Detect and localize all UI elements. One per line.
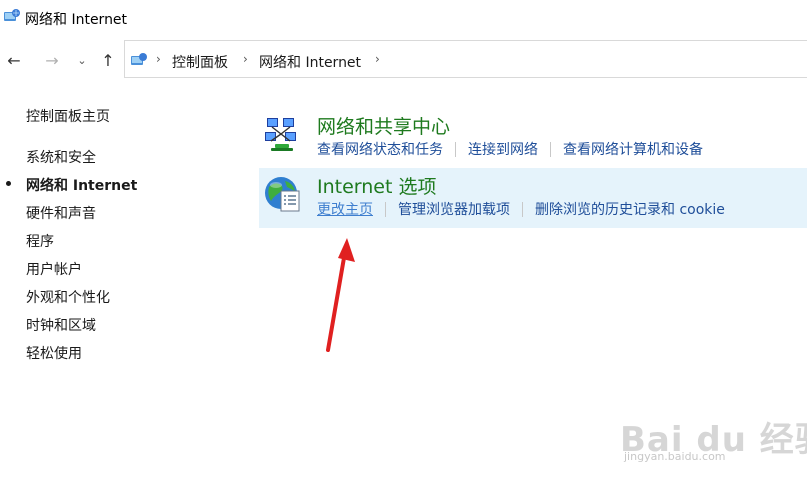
category-network-sharing-center: 网络和共享中心 查看网络状态和任务 连接到网络 查看网络计算机和设备: [259, 106, 807, 164]
breadcrumb-separator[interactable]: ›: [243, 52, 248, 66]
breadcrumb-separator[interactable]: ›: [375, 52, 380, 66]
link-divider: [550, 141, 551, 157]
link-view-network-status[interactable]: 查看网络状态和任务: [317, 139, 443, 159]
link-change-home-page[interactable]: 更改主页: [317, 199, 373, 219]
link-connect-to-network[interactable]: 连接到网络: [468, 139, 538, 159]
watermark-url: jingyan.baidu.com: [624, 450, 726, 463]
link-view-network-computers[interactable]: 查看网络计算机和设备: [563, 139, 703, 159]
link-delete-browsing-history[interactable]: 删除浏览的历史记录和 cookie: [535, 199, 725, 219]
sidebar-item-user-accounts[interactable]: 用户帐户: [26, 259, 82, 279]
back-icon[interactable]: ←: [4, 50, 24, 70]
internet-options-icon: [265, 177, 300, 212]
category-links-internet-options: 更改主页 管理浏览器加载项 删除浏览的历史记录和 cookie: [317, 199, 725, 219]
sidebar-item-appearance[interactable]: 外观和个性化: [26, 287, 110, 307]
category-title-network-sharing[interactable]: 网络和共享中心: [317, 112, 450, 139]
forward-icon[interactable]: →: [42, 50, 62, 70]
chevron-down-icon[interactable]: ⌄: [72, 50, 92, 70]
title-bar: 网络和 Internet: [0, 0, 807, 36]
up-arrow-icon[interactable]: ↑: [98, 50, 118, 70]
control-panel-icon: [131, 53, 147, 65]
sidebar-item-clock-region[interactable]: 时钟和区域: [26, 315, 96, 335]
link-divider: [522, 201, 523, 217]
category-links-network-sharing: 查看网络状态和任务 连接到网络 查看网络计算机和设备: [317, 139, 703, 159]
category-internet-options: Internet 选项 更改主页 管理浏览器加载项 删除浏览的历史记录和 coo…: [259, 168, 807, 228]
sidebar-item-programs[interactable]: 程序: [26, 231, 54, 251]
breadcrumb-network-internet[interactable]: 网络和 Internet: [259, 52, 361, 72]
link-divider: [455, 141, 456, 157]
sidebar-item-hardware-sound[interactable]: 硬件和声音: [26, 203, 96, 223]
navigation-bar: ← → ⌄ ↑ › 控制面板 › 网络和 Internet ›: [0, 40, 807, 80]
link-manage-addons[interactable]: 管理浏览器加载项: [398, 199, 510, 219]
window-title: 网络和 Internet: [25, 12, 128, 28]
sidebar-item-ease-of-access[interactable]: 轻松使用: [26, 343, 82, 363]
sidebar-item-system-security[interactable]: 系统和安全: [26, 147, 96, 167]
sidebar-home-link[interactable]: 控制面板主页: [26, 106, 110, 126]
network-sharing-center-icon: [265, 118, 296, 151]
link-divider: [385, 201, 386, 217]
address-bar[interactable]: › 控制面板 › 网络和 Internet ›: [124, 40, 807, 78]
category-title-internet-options[interactable]: Internet 选项: [317, 172, 436, 199]
active-indicator: [6, 181, 11, 186]
sidebar-item-network-internet[interactable]: 网络和 Internet: [26, 175, 137, 195]
breadcrumb-control-panel[interactable]: 控制面板: [172, 52, 228, 72]
baidu-watermark: Bai du 经验 jingyan.baidu.com: [620, 398, 807, 470]
network-folder-icon: [4, 9, 20, 21]
breadcrumb-separator[interactable]: ›: [156, 52, 161, 66]
